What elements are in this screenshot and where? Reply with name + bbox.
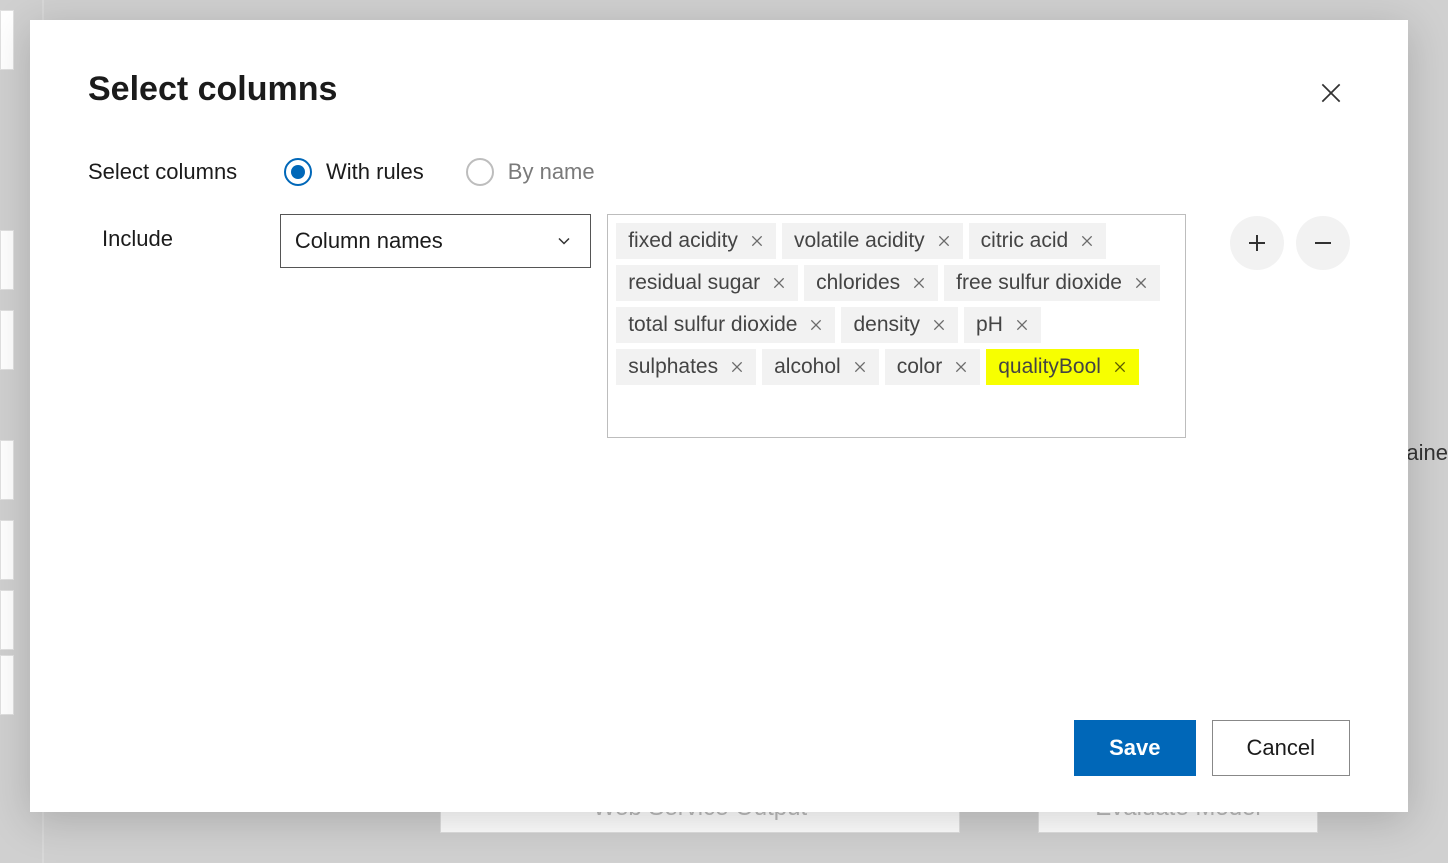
column-tag: volatile acidity	[782, 223, 963, 259]
column-tag: total sulfur dioxide	[616, 307, 835, 343]
tag-remove-button[interactable]	[952, 358, 970, 376]
background-text-right: aine	[1406, 440, 1448, 466]
tag-remove-button[interactable]	[935, 232, 953, 250]
tag-remove-button[interactable]	[748, 232, 766, 250]
tag-label: density	[853, 313, 920, 337]
column-tag: free sulfur dioxide	[944, 265, 1160, 301]
tag-label: volatile acidity	[794, 229, 925, 253]
radio-with-rules[interactable]: With rules	[284, 158, 424, 186]
plus-icon	[1245, 231, 1269, 255]
close-icon	[852, 359, 868, 375]
tag-label: pH	[976, 313, 1003, 337]
columns-tagbox[interactable]: fixed acidity volatile acidity citric acid…	[607, 214, 1186, 438]
close-icon	[729, 359, 745, 375]
tag-label: qualityBool	[998, 355, 1101, 379]
tag-remove-button[interactable]	[728, 358, 746, 376]
tag-label: free sulfur dioxide	[956, 271, 1122, 295]
tag-label: sulphates	[628, 355, 718, 379]
column-tag: density	[841, 307, 958, 343]
add-rule-button[interactable]	[1230, 216, 1284, 270]
column-tag: color	[885, 349, 981, 385]
tag-label: alcohol	[774, 355, 841, 379]
tag-remove-button[interactable]	[1132, 274, 1150, 292]
tag-remove-button[interactable]	[807, 316, 825, 334]
column-tag: residual sugar	[616, 265, 798, 301]
cancel-button[interactable]: Cancel	[1212, 720, 1350, 776]
close-icon	[936, 233, 952, 249]
dropdown-value: Column names	[295, 228, 443, 254]
save-button[interactable]: Save	[1074, 720, 1195, 776]
column-tag: alcohol	[762, 349, 879, 385]
close-icon	[1318, 80, 1344, 106]
radio-group: With rules By name	[284, 158, 595, 186]
tag-label: color	[897, 355, 943, 379]
select-columns-label: Select columns	[88, 159, 284, 185]
radio-by-name[interactable]: By name	[466, 158, 595, 186]
column-type-dropdown[interactable]: Column names	[280, 214, 591, 268]
column-tag: citric acid	[969, 223, 1107, 259]
close-icon	[911, 275, 927, 291]
chevron-down-icon	[554, 231, 574, 251]
close-icon	[749, 233, 765, 249]
tag-remove-button[interactable]	[1078, 232, 1096, 250]
radio-icon	[284, 158, 312, 186]
close-icon	[1014, 317, 1030, 333]
close-icon	[1133, 275, 1149, 291]
close-button[interactable]	[1312, 74, 1350, 112]
tag-remove-button[interactable]	[770, 274, 788, 292]
radio-label: By name	[508, 159, 595, 185]
column-tag: chlorides	[804, 265, 938, 301]
column-tag: pH	[964, 307, 1041, 343]
tag-remove-button[interactable]	[910, 274, 928, 292]
tag-label: citric acid	[981, 229, 1069, 253]
column-tag: sulphates	[616, 349, 756, 385]
tag-label: fixed acidity	[628, 229, 738, 253]
tag-remove-button[interactable]	[1013, 316, 1031, 334]
tag-remove-button[interactable]	[851, 358, 869, 376]
column-tag: qualityBool	[986, 349, 1139, 385]
include-label: Include	[88, 214, 280, 252]
tag-label: residual sugar	[628, 271, 760, 295]
close-icon	[931, 317, 947, 333]
tag-label: chlorides	[816, 271, 900, 295]
select-columns-dialog: Select columns Select columns With rules…	[30, 20, 1408, 812]
close-icon	[1079, 233, 1095, 249]
close-icon	[953, 359, 969, 375]
minus-icon	[1311, 231, 1335, 255]
tag-remove-button[interactable]	[930, 316, 948, 334]
radio-label: With rules	[326, 159, 424, 185]
close-icon	[771, 275, 787, 291]
tag-label: total sulfur dioxide	[628, 313, 797, 337]
radio-icon	[466, 158, 494, 186]
close-icon	[808, 317, 824, 333]
remove-rule-button[interactable]	[1296, 216, 1350, 270]
dialog-title: Select columns	[88, 70, 337, 109]
tag-remove-button[interactable]	[1111, 358, 1129, 376]
column-tag: fixed acidity	[616, 223, 776, 259]
close-icon	[1112, 359, 1128, 375]
